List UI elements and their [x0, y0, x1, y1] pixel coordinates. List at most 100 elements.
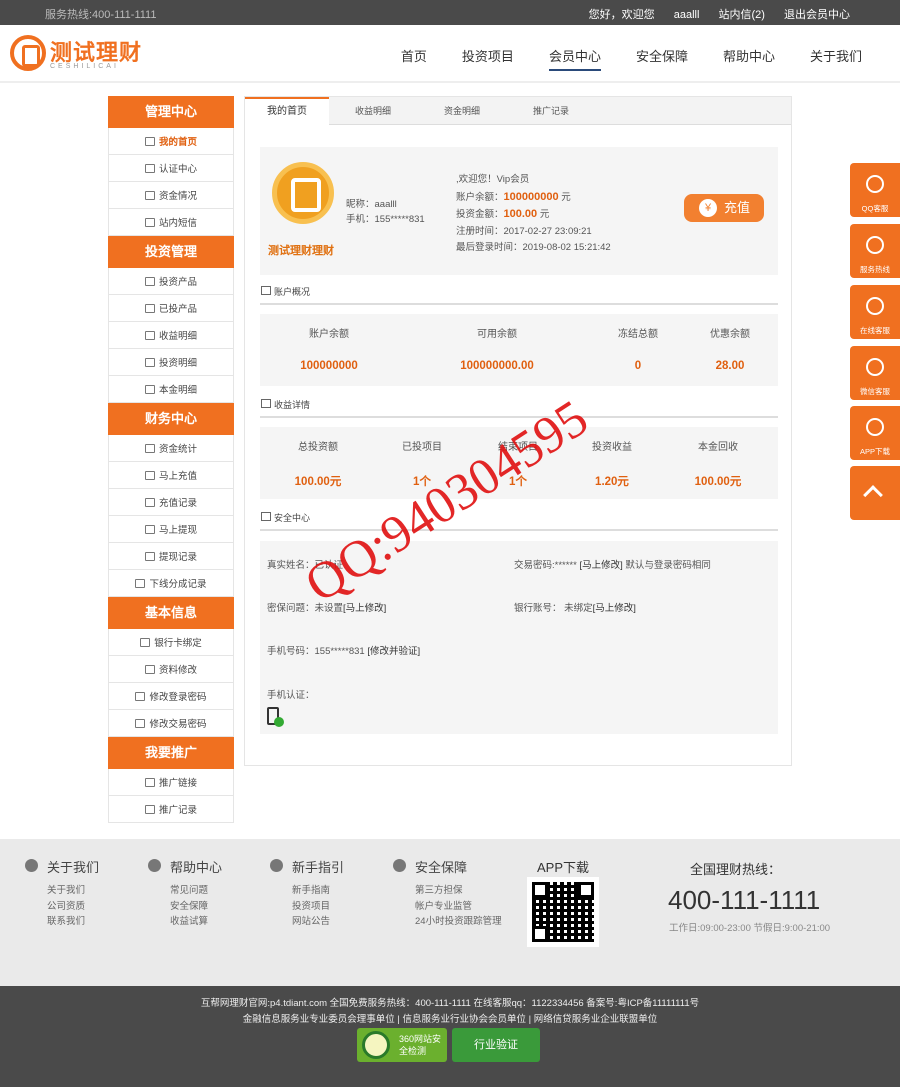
tab-promo-log[interactable]: 推广记录	[509, 97, 593, 125]
sidebar-item-profile[interactable]: 资料修改	[108, 656, 234, 683]
document-icon	[135, 578, 146, 588]
nav-about[interactable]: 关于我们	[810, 46, 862, 71]
float-wechat-service[interactable]: 微信客服	[850, 346, 900, 400]
bar-chart-icon	[261, 399, 271, 408]
sidebar-item-invest-detail[interactable]: 投资明细	[108, 349, 234, 376]
footer-link[interactable]: 收益试算	[170, 914, 222, 930]
headset-icon	[866, 297, 884, 315]
sidebar-item-promo-link[interactable]: 推广链接	[108, 769, 234, 796]
footer-link[interactable]: 投资项目	[292, 899, 344, 915]
nav-projects[interactable]: 投资项目	[462, 46, 514, 71]
sidebar-item-withdraw[interactable]: 马上提现	[108, 516, 234, 543]
sidebar-item-withdraw-log[interactable]: 提现记录	[108, 543, 234, 570]
mobile-auth-label: 手机认证：	[267, 690, 315, 701]
sidebar-item-recharge-log[interactable]: 充值记录	[108, 489, 234, 516]
mobile-edit-link[interactable]: [修改并验证]	[367, 646, 420, 657]
footer-link[interactable]: 联系我们	[47, 914, 99, 930]
trade-password-edit-link[interactable]: [马上修改]	[579, 560, 622, 571]
balance-line: 账户余额：100000000 元	[456, 189, 611, 207]
footer-link[interactable]: 24小时投资跟踪管理	[415, 914, 502, 930]
inbox-link[interactable]: 站内信(2)	[718, 9, 764, 21]
shield-check-icon	[144, 163, 155, 173]
tab-income-detail[interactable]: 收益明细	[331, 97, 415, 125]
sidebar-item-label: 修改交易密码	[149, 719, 207, 730]
footer-link[interactable]: 安全保障	[170, 899, 222, 915]
phone-verified-icon	[267, 707, 284, 727]
sidebar-item-label: 本金明细	[158, 385, 197, 396]
logout-link[interactable]: 退出会员中心	[784, 9, 850, 21]
withdraw-icon	[144, 524, 155, 534]
shield-icon	[135, 718, 146, 728]
sidebar-item-invested[interactable]: 已投产品	[108, 295, 234, 322]
recharge-button[interactable]: ¥ 充值	[684, 194, 764, 222]
nav-member-center[interactable]: 会员中心	[548, 46, 601, 71]
footer-link[interactable]: 公司资质	[47, 899, 99, 915]
nav-security[interactable]: 安全保障	[636, 46, 688, 71]
footer-link[interactable]: 关于我们	[47, 883, 99, 899]
sidebar-item-funds[interactable]: 资金情况	[108, 182, 234, 209]
top-bar: 服务热线:400-111-1111 您好，欢迎您 aaalll 站内信(2) 退…	[0, 0, 900, 25]
stat-value: 1个	[509, 476, 527, 488]
member-sidebar: 管理中心 我的首页 认证中心 资金情况 站内短信 投资管理 投资产品 已投产品 …	[108, 96, 234, 823]
sidebar-item-label: 推广链接	[158, 778, 197, 789]
app-qr-code	[527, 877, 599, 947]
stat-label: 本金回收	[698, 442, 738, 453]
back-to-top-button[interactable]	[850, 466, 900, 520]
tab-fund-detail[interactable]: 资金明细	[420, 97, 504, 125]
footer-link[interactable]: 第三方担保	[415, 883, 502, 899]
last-login-time: 最后登录时间：2019-08-02 15:21:42	[456, 242, 611, 253]
sidebar-item-products[interactable]: 投资产品	[108, 268, 234, 295]
footer-links: 常见问题 安全保障 收益试算	[148, 883, 222, 930]
logo-icon[interactable]	[10, 35, 46, 71]
footer-link[interactable]: 网站公告	[292, 914, 344, 930]
sidebar-item-recharge[interactable]: 马上充值	[108, 462, 234, 489]
trade-password-text: 交易密码:******	[514, 560, 580, 571]
nav-home[interactable]: 首页	[401, 46, 427, 71]
bank-row: 银行账号： 未绑定[马上修改]	[514, 600, 636, 614]
yen-icon	[144, 470, 155, 480]
sidebar-item-trade-password[interactable]: 修改交易密码	[108, 710, 234, 737]
industry-verify-badge[interactable]: 行业验证	[452, 1028, 540, 1062]
footer-link[interactable]: 常见问题	[170, 883, 222, 899]
user-links: 您好，欢迎您 aaalll 站内信(2) 退出会员中心	[573, 6, 850, 22]
sidebar-item-login-password[interactable]: 修改登录密码	[108, 683, 234, 710]
footer-title-text: 安全保障	[415, 860, 468, 875]
stat-value: 100000000	[300, 360, 358, 372]
footer-link[interactable]: 帐户专业监管	[415, 899, 502, 915]
sidebar-item-principal[interactable]: 本金明细	[108, 376, 234, 403]
float-service-hotline[interactable]: 服务热线	[850, 224, 900, 278]
username-link[interactable]: aaalll	[674, 9, 700, 21]
list-icon	[144, 190, 155, 200]
mobile-icon	[866, 358, 884, 376]
footer-title-text: 新手指引	[292, 860, 345, 875]
qq-icon	[866, 175, 884, 193]
balance-value: 100000000	[503, 190, 559, 203]
principal-icon	[144, 384, 155, 394]
float-label: 微信客服	[860, 387, 890, 396]
sidebar-item-promo-log[interactable]: 推广记录	[108, 796, 234, 823]
float-app-download[interactable]: APP下载	[850, 406, 900, 460]
float-online-service[interactable]: 在线客服	[850, 285, 900, 339]
sidebar-item-home[interactable]: 我的首页	[108, 128, 234, 155]
profile-card: 测试理财理财 昵称：aaalll 手机：155*****831 ,欢迎您！Vip…	[260, 147, 778, 275]
sidebar-item-label: 银行卡绑定	[154, 638, 202, 649]
sidebar-item-messages[interactable]: 站内短信	[108, 209, 234, 236]
sidebar-item-verify[interactable]: 认证中心	[108, 155, 234, 182]
question-edit-link[interactable]: [马上修改]	[343, 603, 386, 614]
footer-link[interactable]: 新手指南	[292, 883, 344, 899]
sidebar-item-income-detail[interactable]: 收益明细	[108, 322, 234, 349]
nav-help[interactable]: 帮助中心	[723, 46, 775, 71]
float-qq-service[interactable]: QQ客服	[850, 163, 900, 217]
security-check-badge[interactable]: 360网站安全检测	[357, 1028, 447, 1062]
footer-title-text: 关于我们	[47, 860, 100, 875]
sidebar-item-bank-card[interactable]: 银行卡绑定	[108, 629, 234, 656]
sidebar-item-stats[interactable]: 资金统计	[108, 435, 234, 462]
bank-edit-link[interactable]: [马上修改]	[593, 603, 636, 614]
site-footer: 关于我们 关于我们 公司资质 联系我们 帮助中心 常见问题 安全保障 收益试算 …	[0, 839, 900, 986]
sidebar-item-commission-log[interactable]: 下线分成记录	[108, 570, 234, 597]
sidebar-item-label: 我的首页	[158, 137, 197, 148]
balance-unit: 元	[561, 191, 571, 203]
phone-icon	[866, 236, 884, 254]
sidebar-item-label: 资金情况	[158, 191, 197, 202]
tab-my-home[interactable]: 我的首页	[245, 97, 329, 126]
